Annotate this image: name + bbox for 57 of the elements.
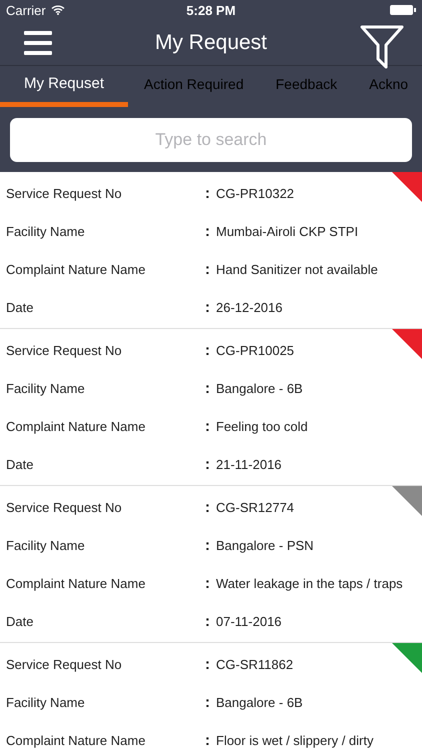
field-value: CG-SR12774: [216, 500, 294, 514]
field-value: Bangalore - 6B: [216, 380, 303, 396]
field-value: Mumbai-Airoli CKP STPI: [216, 224, 358, 238]
field-separator: :: [205, 260, 210, 278]
field-value: 07-11-2016: [216, 614, 282, 628]
field-label: Facility Name: [5, 538, 86, 552]
field-label: Complaint Nature Name: [5, 418, 146, 434]
wifi-icon: [50, 5, 65, 15]
field-value: CG-SR11862: [216, 656, 294, 672]
field-separator: :: [205, 456, 210, 472]
field-separator: :: [205, 656, 210, 672]
field-label: Facility Name: [5, 694, 86, 710]
field-label: Complaint Nature Name: [5, 576, 146, 590]
battery-icon: [390, 5, 416, 15]
field-separator: :: [205, 342, 210, 358]
field-separator: :: [205, 498, 210, 516]
field-separator: :: [205, 222, 210, 240]
carrier-name: Carrier: [6, 2, 46, 18]
tab[interactable]: My Requset: [0, 66, 128, 107]
field-label: Date: [5, 614, 34, 628]
field-value: Bangalore - 6B: [216, 694, 303, 710]
field-separator: :: [205, 574, 210, 592]
filter-icon[interactable]: [360, 24, 404, 68]
field-value: CG-PR10322: [216, 186, 294, 200]
field-separator: :: [205, 612, 210, 630]
field-label: Service Request No: [5, 342, 123, 358]
search-field[interactable]: Type to search: [10, 118, 412, 162]
tab[interactable]: Feedback: [260, 66, 354, 107]
field-label: Date: [5, 456, 34, 472]
field-label: Facility Name: [5, 380, 86, 396]
field-label: Complaint Nature Name: [5, 262, 146, 276]
field-label: Date: [5, 300, 34, 314]
field-value: Feeling too cold: [216, 418, 308, 434]
field-value: 21-11-2016: [216, 456, 282, 472]
field-value: 26-12-2016: [216, 300, 282, 314]
tab[interactable]: Ackno: [353, 66, 422, 107]
field-label: Service Request No: [5, 500, 123, 514]
field-separator: :: [205, 536, 210, 554]
field-label: Facility Name: [5, 224, 86, 238]
field-value: Water leakage in the taps / traps: [216, 576, 403, 590]
field-separator: :: [205, 184, 210, 202]
screen-title: My Request: [154, 30, 268, 54]
clock-time: 5:28 PM: [186, 2, 236, 18]
field-value: Hand Sanitizer not available: [216, 262, 378, 276]
field-separator: :: [205, 732, 210, 748]
tab[interactable]: Action Required: [128, 66, 260, 107]
field-label: Service Request No: [5, 186, 123, 200]
field-label: Complaint Nature Name: [5, 732, 146, 748]
field-separator: :: [205, 298, 210, 316]
menu-icon[interactable]: [24, 30, 52, 54]
field-separator: :: [205, 380, 210, 396]
field-value: Bangalore - PSN: [216, 538, 314, 552]
field-value: Floor is wet / slippery / dirty: [216, 732, 374, 748]
field-value: CG-PR10025: [216, 342, 294, 358]
field-label: Service Request No: [5, 656, 123, 672]
field-separator: :: [205, 418, 210, 434]
field-separator: :: [205, 694, 210, 710]
